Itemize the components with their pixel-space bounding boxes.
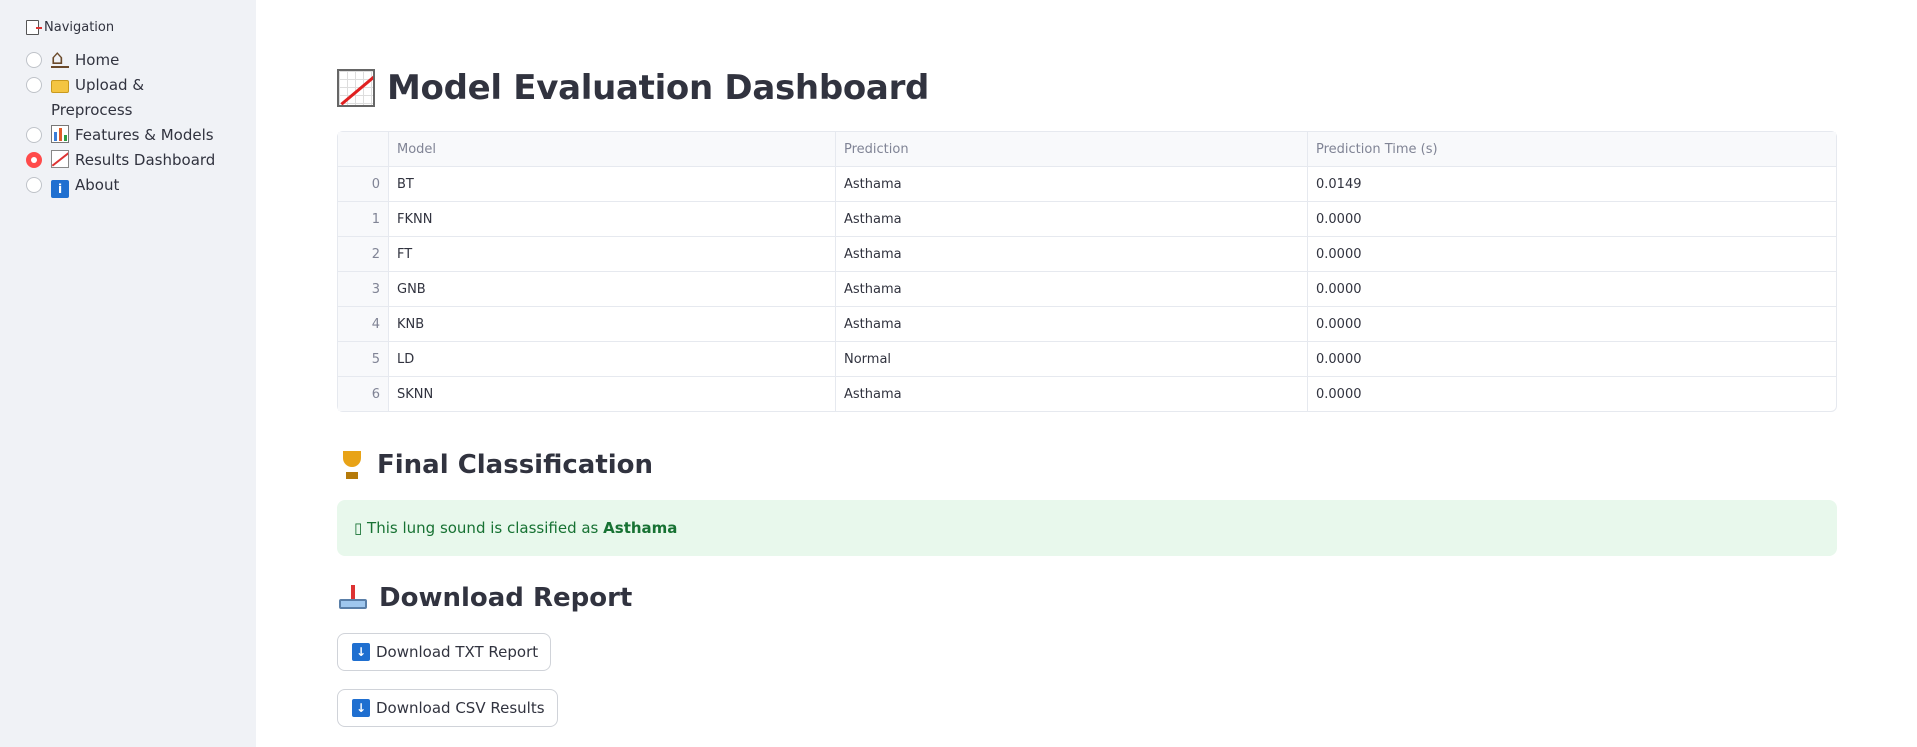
nav-label: Results Dashboard	[75, 151, 216, 169]
classification-success-alert: ▯ This lung sound is classified as Astha…	[337, 500, 1837, 556]
radio-button[interactable]	[26, 77, 42, 93]
page-title-text: Model Evaluation Dashboard	[387, 68, 930, 108]
download-arrow-icon: ↓	[352, 643, 370, 661]
trend-chart-icon	[337, 69, 375, 107]
radio-button[interactable]	[26, 177, 42, 193]
folder-icon	[51, 80, 69, 93]
cell-time[interactable]: 0.0000	[1308, 237, 1836, 272]
row-index: 0	[338, 167, 389, 202]
cell-prediction[interactable]: Asthama	[836, 202, 1308, 237]
cell-model[interactable]: FT	[389, 237, 836, 272]
cell-model[interactable]: SKNN	[389, 377, 836, 411]
nav-item-results[interactable]: Results Dashboard	[26, 148, 246, 173]
nav-item-about[interactable]: i About	[26, 173, 246, 198]
table-row: 6 SKNN Asthama 0.0000	[338, 377, 1836, 411]
row-index: 5	[338, 342, 389, 377]
navigation-header: Navigation	[26, 20, 114, 35]
row-index: 6	[338, 377, 389, 411]
cell-prediction[interactable]: Asthama	[836, 377, 1308, 411]
table-row: 4 KNB Asthama 0.0000	[338, 307, 1836, 342]
cell-model[interactable]: LD	[389, 342, 836, 377]
cell-prediction[interactable]: Asthama	[836, 307, 1308, 342]
nav-item-upload[interactable]: Upload & Preprocess	[26, 73, 246, 123]
cell-time[interactable]: 0.0000	[1308, 342, 1836, 377]
download-arrow-icon: ↓	[352, 699, 370, 717]
download-txt-button[interactable]: ↓ Download TXT Report	[337, 633, 552, 671]
trophy-icon	[337, 450, 367, 480]
cell-time[interactable]: 0.0000	[1308, 307, 1836, 342]
table-row: 2 FT Asthama 0.0000	[338, 237, 1836, 272]
table-header-row: Model Prediction Prediction Time (s)	[338, 132, 1836, 167]
trend-chart-icon	[51, 150, 69, 168]
column-header-index[interactable]	[338, 132, 389, 167]
cell-time[interactable]: 0.0149	[1308, 167, 1836, 202]
cell-prediction[interactable]: Normal	[836, 342, 1308, 377]
cell-model[interactable]: KNB	[389, 307, 836, 342]
cell-time[interactable]: 0.0000	[1308, 272, 1836, 307]
radio-button-selected[interactable]	[26, 152, 42, 168]
cell-model[interactable]: FKNN	[389, 202, 836, 237]
nav-label: About	[75, 176, 120, 194]
download-txt-label: Download TXT Report	[376, 643, 539, 661]
results-table[interactable]: Model Prediction Prediction Time (s) 0 B…	[337, 131, 1837, 412]
bar-chart-icon	[51, 125, 69, 143]
cell-prediction[interactable]: Asthama	[836, 237, 1308, 272]
navigation-radio-group: Home Upload & Preprocess Features & Mode…	[26, 45, 246, 198]
nav-label: Features & Models	[75, 126, 214, 144]
download-csv-button[interactable]: ↓ Download CSV Results	[337, 689, 558, 727]
final-classification-title: Final Classification	[377, 450, 654, 480]
house-icon	[51, 45, 69, 70]
download-csv-label: Download CSV Results	[376, 699, 545, 717]
row-index: 2	[338, 237, 389, 272]
row-index: 3	[338, 272, 389, 307]
table-row: 3 GNB Asthama 0.0000	[338, 272, 1836, 307]
table-row: 1 FKNN Asthama 0.0000	[338, 202, 1836, 237]
row-index: 4	[338, 307, 389, 342]
cell-time[interactable]: 0.0000	[1308, 202, 1836, 237]
nav-item-home[interactable]: Home	[26, 45, 246, 73]
missing-glyph-icon: ▯	[354, 519, 363, 537]
download-report-heading: Download Report	[337, 583, 632, 613]
column-header-model[interactable]: Model	[389, 132, 836, 167]
classification-text: This lung sound is classified as	[367, 519, 599, 537]
table-row: 0 BT Asthama 0.0149	[338, 167, 1836, 202]
row-index: 1	[338, 202, 389, 237]
column-header-prediction-time[interactable]: Prediction Time (s)	[1308, 132, 1836, 167]
radio-button[interactable]	[26, 52, 42, 68]
cell-time[interactable]: 0.0000	[1308, 377, 1836, 411]
info-icon: i	[51, 180, 69, 198]
column-header-prediction[interactable]: Prediction	[836, 132, 1308, 167]
nav-label: Home	[75, 51, 120, 69]
page-exit-icon	[26, 20, 42, 35]
cell-model[interactable]: BT	[389, 167, 836, 202]
inbox-tray-icon	[337, 583, 369, 613]
table-row: 5 LD Normal 0.0000	[338, 342, 1836, 377]
classification-result: Asthama	[603, 519, 678, 537]
radio-button[interactable]	[26, 127, 42, 143]
cell-prediction[interactable]: Asthama	[836, 167, 1308, 202]
navigation-title: Navigation	[44, 20, 115, 35]
nav-item-features[interactable]: Features & Models	[26, 123, 246, 148]
cell-prediction[interactable]: Asthama	[836, 272, 1308, 307]
sidebar: Navigation Home Upload & Preprocess Feat…	[0, 0, 256, 747]
page-title: Model Evaluation Dashboard	[337, 68, 929, 108]
final-classification-heading: Final Classification	[337, 450, 653, 480]
download-report-title: Download Report	[379, 583, 633, 613]
cell-model[interactable]: GNB	[389, 272, 836, 307]
